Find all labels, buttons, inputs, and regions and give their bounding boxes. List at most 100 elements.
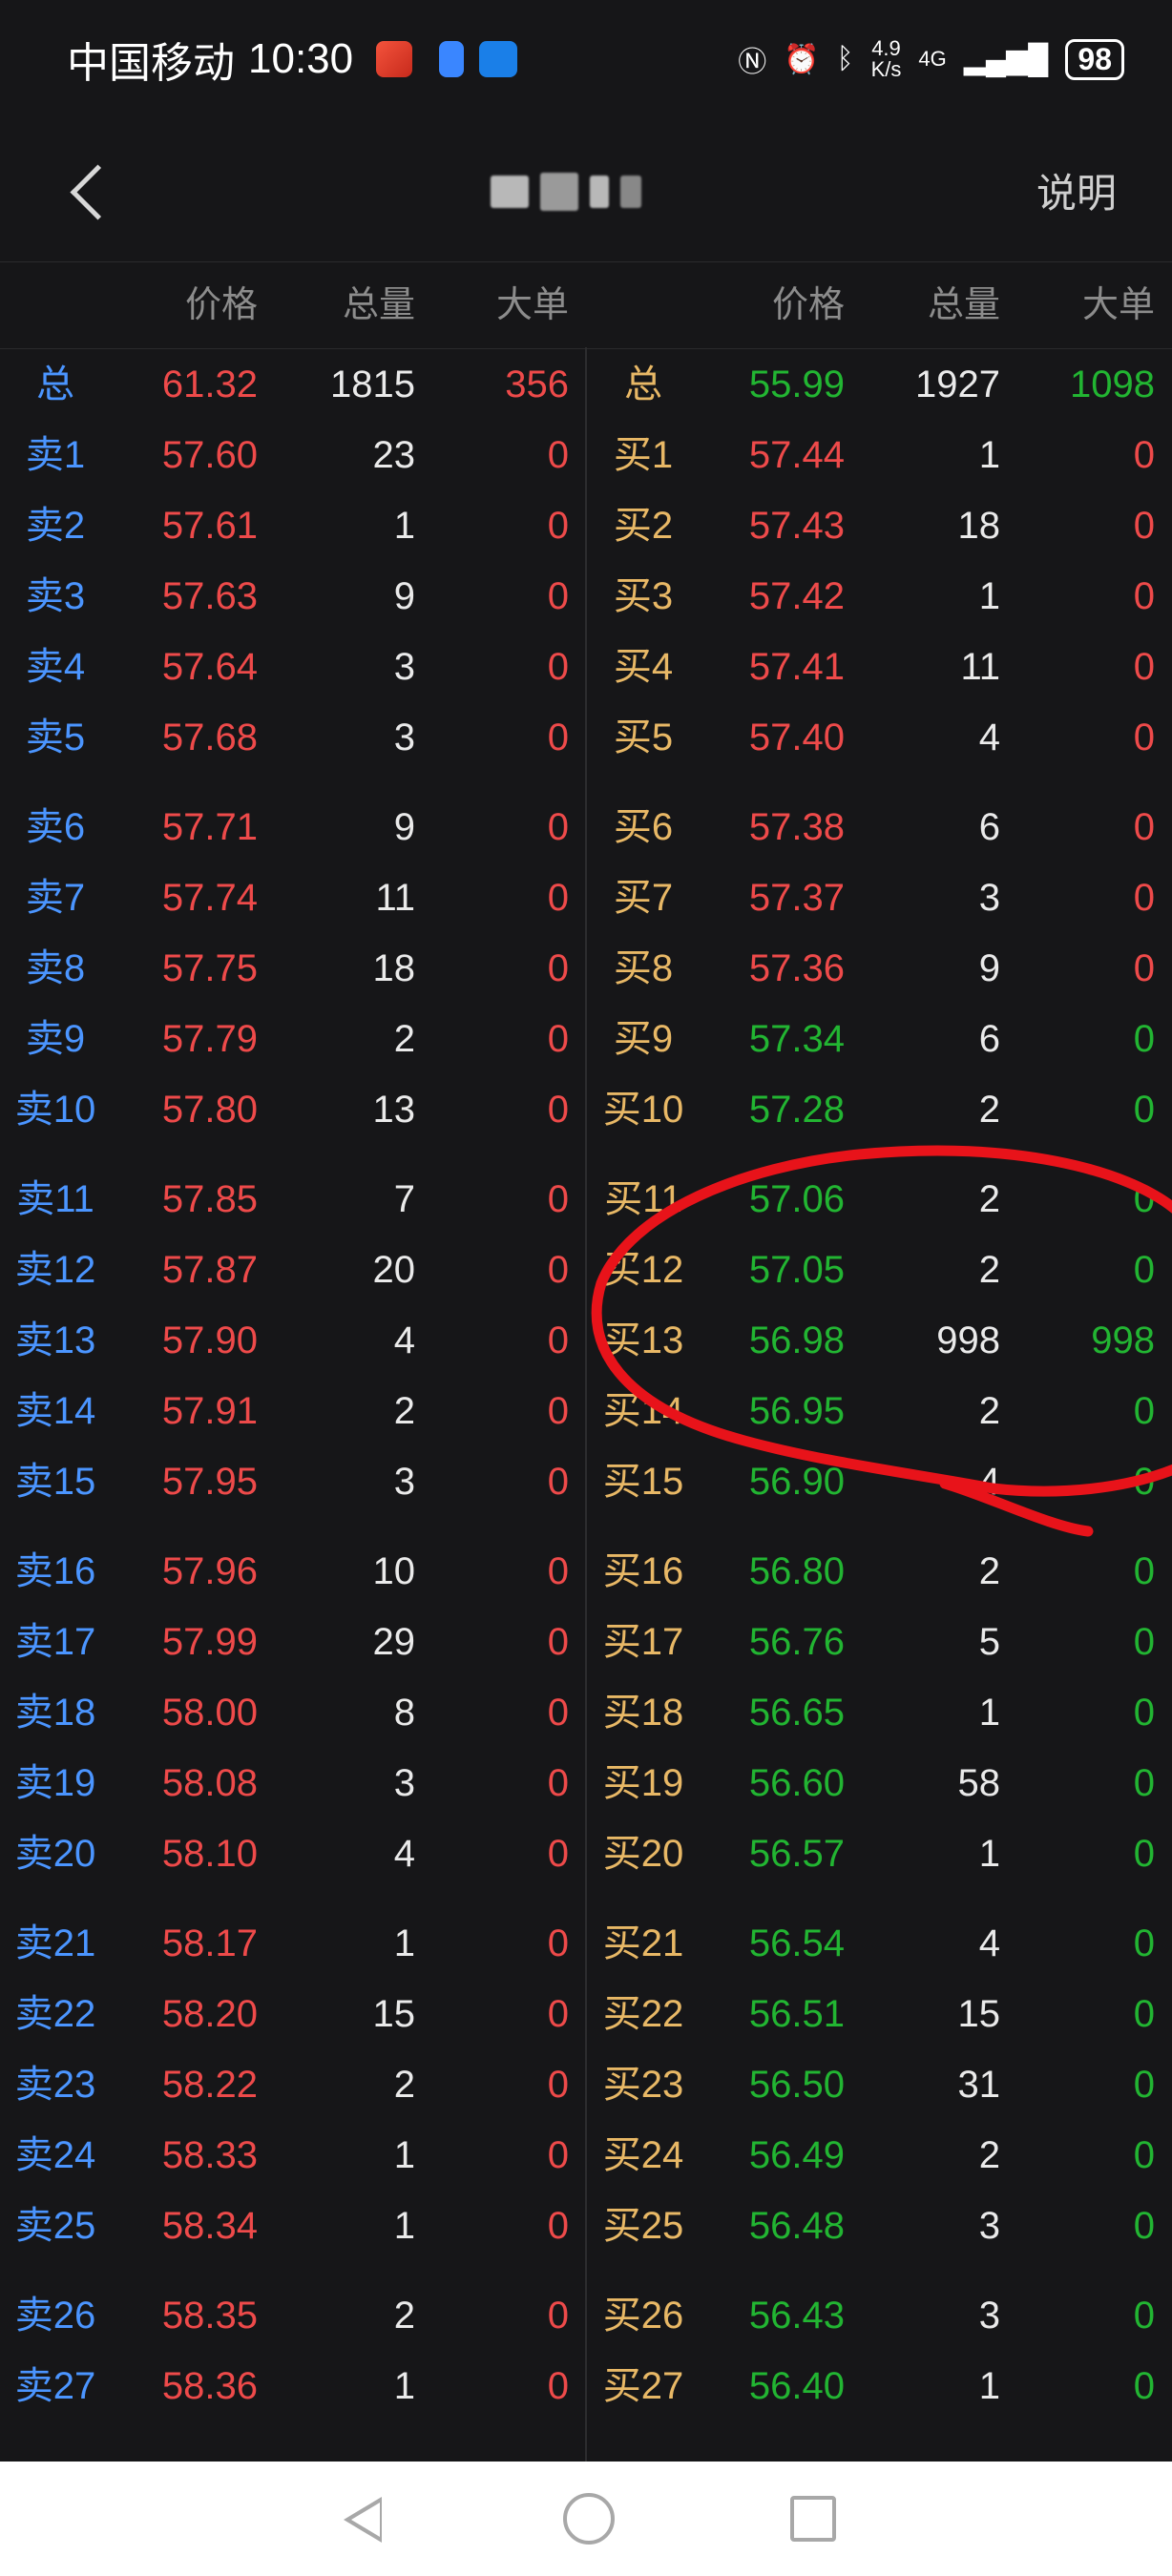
ask-large-order: 0 <box>547 1621 569 1663</box>
ask-volume: 3 <box>393 1461 415 1503</box>
help-link[interactable]: 说明 <box>1036 161 1117 219</box>
ask-level-label: 卖24 <box>14 2134 96 2176</box>
bid-level-label: 买3 <box>613 575 674 617</box>
bid-volume: 1 <box>978 1692 1000 1734</box>
alarm-icon: ⏰ <box>784 43 820 75</box>
bid-level-label: 买12 <box>602 1249 684 1291</box>
back-arrow-icon[interactable] <box>67 161 105 218</box>
bid-large-order: 0 <box>1133 1621 1155 1663</box>
table-row: 卖4 57.64 3 0 买4 57.41 11 0 <box>0 632 1172 702</box>
ask-volume: 1 <box>393 505 415 547</box>
bid-large-order: 0 <box>1133 2295 1155 2337</box>
ask-large-order: 0 <box>547 1319 569 1361</box>
bid-large-order: 0 <box>1133 505 1155 547</box>
ask-level-label: 卖7 <box>25 877 86 919</box>
ask-volume: 4 <box>393 1319 415 1361</box>
bid-level-label: 买25 <box>602 2205 684 2247</box>
bid-volume: 2 <box>978 1089 1000 1131</box>
ask-price: 58.35 <box>161 2295 258 2337</box>
table-row: 卖22 58.20 15 0 买22 56.51 15 0 <box>0 1979 1172 2049</box>
ask-price: 58.22 <box>161 2064 258 2106</box>
bid-volume: 11 <box>960 646 1000 688</box>
ask-large-order: 0 <box>547 1762 569 1804</box>
bid-level-label: 买14 <box>602 1390 684 1432</box>
bid-level-label: 买18 <box>602 1692 684 1734</box>
ask-volume: 7 <box>393 1178 415 1220</box>
bid-price: 57.42 <box>748 575 845 617</box>
home-circle-icon[interactable] <box>563 2493 615 2545</box>
bid-large-order: 0 <box>1133 1089 1155 1131</box>
ask-price: 57.61 <box>161 505 258 547</box>
ask-large-order: 0 <box>547 1922 569 1964</box>
table-row: 卖27 58.36 1 0 买27 56.40 1 0 <box>0 2351 1172 2421</box>
signal-icon: ▂▄▆█ <box>963 43 1049 75</box>
bid-price-header: 价格 <box>771 285 845 325</box>
ask-large-order: 0 <box>547 434 569 476</box>
bid-large-order: 0 <box>1133 947 1155 989</box>
bid-volume: 2 <box>978 1178 1000 1220</box>
back-triangle-icon[interactable] <box>336 2493 387 2545</box>
table-row: 卖2 57.61 1 0 买2 57.43 18 0 <box>0 490 1172 561</box>
table-row: 卖7 57.74 11 0 买7 57.37 3 0 <box>0 862 1172 933</box>
ask-volume: 15 <box>372 1993 416 2035</box>
bid-volume: 998 <box>936 1319 1000 1361</box>
app-notification-icon <box>376 41 413 77</box>
bid-price: 56.65 <box>748 1692 845 1734</box>
bid-level-label: 总 <box>624 364 662 405</box>
ask-large-order: 0 <box>547 2134 569 2176</box>
ask-large-order: 0 <box>547 2064 569 2106</box>
table-row: 卖8 57.75 18 0 买8 57.36 9 0 <box>0 933 1172 1004</box>
ask-level-label: 卖16 <box>14 1550 96 1592</box>
bid-level-label: 买2 <box>613 505 674 547</box>
bid-large-order: 0 <box>1133 2205 1155 2247</box>
bid-volume: 58 <box>957 1762 1001 1804</box>
bid-price: 55.99 <box>748 364 845 405</box>
bid-large-order: 0 <box>1133 1762 1155 1804</box>
ask-level-label: 总 <box>36 364 74 405</box>
ask-level-label: 卖11 <box>16 1178 94 1220</box>
bid-price: 56.80 <box>748 1550 845 1592</box>
table-row: 卖1 57.60 23 0 买1 57.44 1 0 <box>0 420 1172 490</box>
bid-large-order: 0 <box>1133 2064 1155 2106</box>
ask-level-label: 卖4 <box>25 646 86 688</box>
bid-volume: 15 <box>957 1993 1001 2035</box>
bid-volume: 2 <box>978 1390 1000 1432</box>
bid-level-label: 买8 <box>613 947 674 989</box>
column-header-row: 价格 总量 大单 价格 总量 大单 <box>0 261 1172 349</box>
ask-price: 57.99 <box>161 1621 258 1663</box>
bluetooth-icon: ᛒ <box>836 43 854 74</box>
ask-volume: 1 <box>393 1922 415 1964</box>
ask-level-label: 卖13 <box>14 1319 96 1361</box>
bid-large-order: 0 <box>1133 1692 1155 1734</box>
recents-square-icon[interactable] <box>790 2496 836 2542</box>
ask-level-label: 卖23 <box>14 2064 96 2106</box>
ask-level-label: 卖17 <box>14 1621 96 1663</box>
bid-level-label: 买6 <box>613 806 674 848</box>
ask-level-label: 卖27 <box>14 2365 96 2407</box>
bid-large-order: 0 <box>1133 877 1155 919</box>
ask-large-order: 0 <box>547 1249 569 1291</box>
ask-volume: 2 <box>393 1390 415 1432</box>
table-row: 卖19 58.08 3 0 买19 56.60 58 0 <box>0 1748 1172 1818</box>
bid-large-order: 0 <box>1133 646 1155 688</box>
bid-volume: 6 <box>978 806 1000 848</box>
ask-large-order: 0 <box>547 505 569 547</box>
bid-large-order: 0 <box>1133 1390 1155 1432</box>
bid-volume: 3 <box>978 2295 1000 2337</box>
ask-price: 57.68 <box>161 717 258 758</box>
ask-level-label: 卖8 <box>25 947 86 989</box>
bid-price: 56.60 <box>748 1762 845 1804</box>
ask-price: 58.00 <box>161 1692 258 1734</box>
bid-level-label: 买27 <box>602 2365 684 2407</box>
bid-price: 57.36 <box>748 947 845 989</box>
ask-volume: 11 <box>375 877 415 919</box>
bid-level-label: 买17 <box>602 1621 684 1663</box>
table-row: 卖9 57.79 2 0 买9 57.34 6 0 <box>0 1004 1172 1074</box>
table-row: 卖21 58.17 1 0 买21 56.54 4 0 <box>0 1908 1172 1979</box>
bid-volume-header: 总量 <box>927 285 1000 325</box>
table-row: 卖11 57.85 7 0 买11 57.06 2 0 <box>0 1164 1172 1235</box>
app-notification-icon <box>439 41 465 77</box>
ask-large-order: 0 <box>547 1692 569 1734</box>
ask-large-header: 大单 <box>495 285 569 325</box>
bid-large-order: 0 <box>1133 1461 1155 1503</box>
